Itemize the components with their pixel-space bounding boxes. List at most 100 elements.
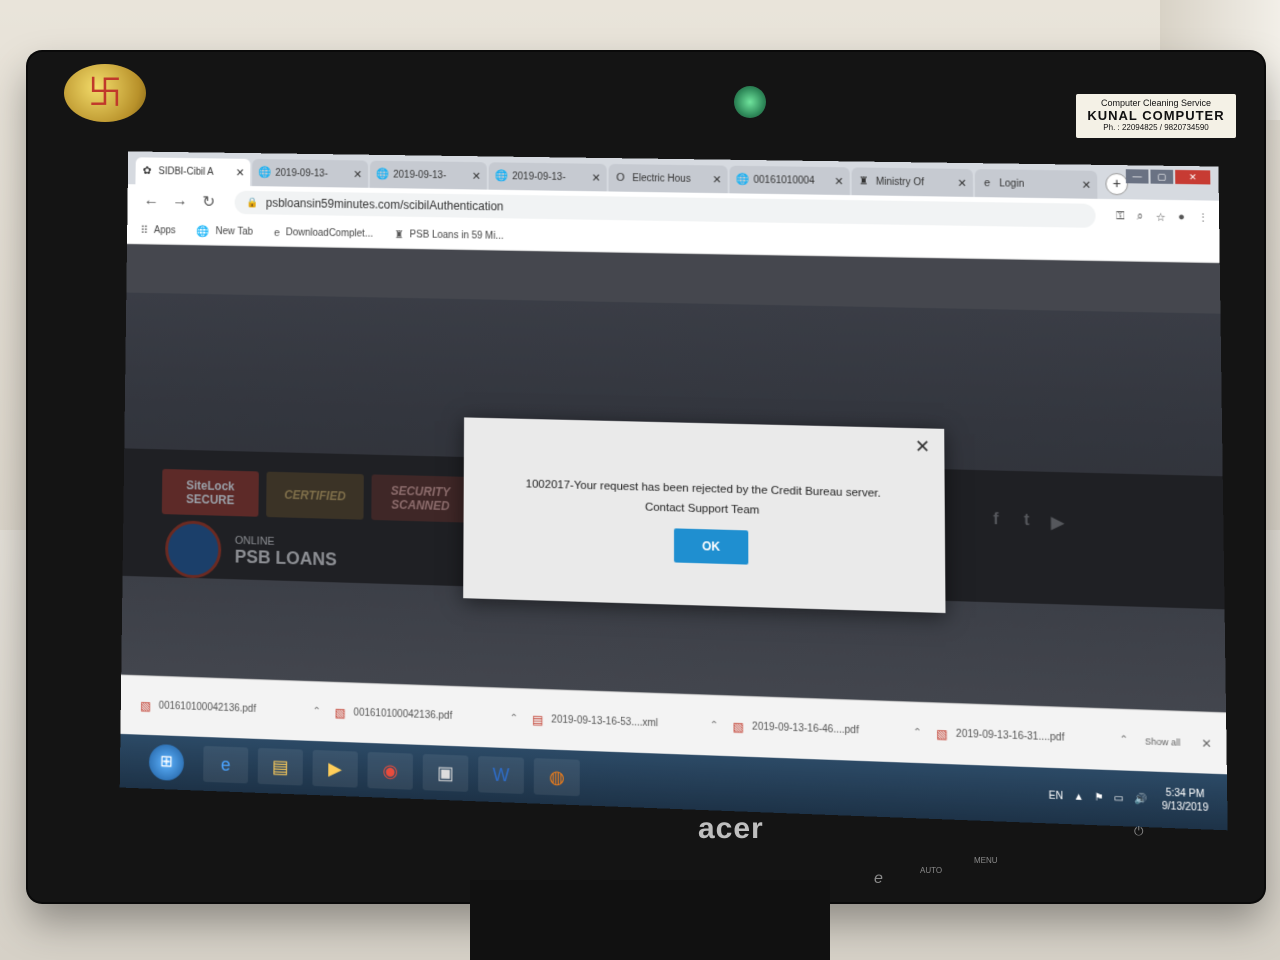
language-indicator[interactable]: EN (1049, 790, 1064, 802)
back-button[interactable]: ← (141, 192, 162, 210)
sitelock-badge-subtitle: SECURE (186, 492, 234, 507)
window-close-button[interactable]: ✕ (1175, 170, 1210, 185)
tab-close-icon[interactable]: ✕ (712, 173, 721, 186)
power-button-icon[interactable]: ⏻ (1134, 824, 1144, 839)
hologram-sticker-icon (734, 86, 766, 118)
psb-brand[interactable]: ONLINE PSB LOANS (165, 520, 337, 582)
ok-button[interactable]: OK (674, 528, 748, 564)
ie-icon: e (981, 177, 993, 189)
twitter-icon[interactable]: t (1016, 512, 1037, 533)
globe-icon: 🌐 (197, 225, 210, 238)
tab-label: 2019-09-13- (275, 168, 349, 180)
browser-tab[interactable]: ♜ Ministry Of ✕ (852, 167, 973, 197)
browser-tab[interactable]: e Login ✕ (975, 169, 1098, 199)
ie-icon: e (274, 227, 280, 239)
firefox-icon[interactable]: ◍ (534, 758, 580, 796)
zoom-icon[interactable]: ⌕ (1137, 210, 1144, 223)
download-item[interactable]: ▤ 2019-09-13-16-53....xml ⌃ (532, 712, 733, 733)
download-chevron-icon[interactable]: ⌃ (313, 706, 321, 717)
outlook-icon: O (615, 172, 627, 184)
chrome-icon[interactable]: ◉ (367, 752, 413, 790)
download-filename: 001610100042136.pdf (159, 701, 256, 715)
shop-sticker: Computer Cleaning Service KUNAL COMPUTER… (1076, 94, 1236, 138)
menu-kebab-icon[interactable]: ⋮ (1197, 211, 1209, 224)
start-button[interactable]: ⊞ (149, 744, 184, 781)
download-item[interactable]: ▧ 001610100042136.pdf ⌃ (335, 705, 533, 726)
show-all-downloads-link[interactable]: Show all (1145, 736, 1181, 748)
bookmark-item[interactable]: ♜ PSB Loans in 59 Mi... (394, 228, 503, 243)
tab-label: Login (999, 178, 1077, 190)
facebook-icon[interactable]: f (986, 511, 1007, 532)
psb-logo-icon (165, 520, 222, 579)
monitor-stand (470, 880, 830, 960)
download-chevron-icon[interactable]: ⌃ (510, 713, 518, 724)
download-chevron-icon[interactable]: ⌃ (913, 727, 922, 739)
minimize-button[interactable]: — (1126, 169, 1149, 183)
auto-button-label: AUTO (920, 866, 942, 875)
bookmark-star-icon[interactable]: ☆ (1156, 210, 1166, 223)
sitelock-badge[interactable]: SiteLock SECURE (162, 469, 259, 517)
download-item[interactable]: ▧ 2019-09-13-16-31....pdf ⌃ (936, 726, 1143, 748)
browser-tab[interactable]: O Electric Hous ✕ (609, 164, 728, 193)
error-dialog: ✕ 1002017-Your request has been rejected… (463, 417, 945, 613)
tab-close-icon[interactable]: ✕ (957, 176, 966, 189)
downloads-close-icon[interactable]: ✕ (1201, 736, 1212, 751)
window-preview-icon[interactable]: ▣ (423, 754, 469, 792)
file-explorer-icon[interactable]: ▤ (258, 748, 303, 786)
psb-icon: ♜ (394, 228, 404, 241)
tab-close-icon[interactable]: ✕ (353, 168, 362, 181)
reload-button[interactable]: ↻ (198, 192, 219, 212)
browser-tab[interactable]: ✿ SIDBI-Cibil A ✕ (135, 157, 250, 186)
bookmark-label: Apps (154, 225, 176, 236)
browser-tab[interactable]: 🌐 2019-09-13- ✕ (252, 159, 368, 188)
flag-icon[interactable]: ⚑ (1094, 792, 1103, 804)
download-item[interactable]: ▧ 2019-09-13-16-46....pdf ⌃ (733, 719, 937, 740)
globe-icon: 🌐 (736, 174, 748, 186)
tab-close-icon[interactable]: ✕ (592, 171, 601, 184)
download-filename: 2019-09-13-16-31....pdf (956, 729, 1064, 744)
clock-date: 9/13/2019 (1162, 800, 1209, 815)
download-item[interactable]: ▧ 001610100042136.pdf ⌃ (140, 698, 335, 719)
pdf-file-icon: ▧ (936, 726, 948, 741)
download-chevron-icon[interactable]: ⌃ (710, 720, 718, 731)
certified-badge[interactable]: CERTIFIED (266, 472, 364, 520)
profile-icon[interactable]: ● (1178, 211, 1185, 224)
monitor-brand: acer (698, 812, 764, 846)
clock[interactable]: 5:34 PM 9/13/2019 (1162, 786, 1209, 815)
browser-tab[interactable]: 🌐 2019-09-13- ✕ (489, 162, 607, 191)
security-badge[interactable]: SECURITY SCANNED (371, 474, 469, 522)
key-icon[interactable]: ⚿ (1116, 210, 1125, 223)
network-icon[interactable]: ▭ (1114, 792, 1124, 804)
omnibox-actions: ⚿ ⌕ ☆ ● ⋮ (1104, 209, 1209, 224)
youtube-icon[interactable]: ▶ (1047, 512, 1068, 533)
bookmark-item[interactable]: e DownloadComplet... (274, 227, 373, 240)
menu-button-label: MENU (974, 856, 998, 865)
tab-close-icon[interactable]: ✕ (472, 169, 481, 182)
maximize-button[interactable]: ▢ (1150, 170, 1173, 184)
sticker-shop-name: KUNAL COMPUTER (1076, 108, 1236, 123)
volume-icon[interactable]: 🔊 (1134, 793, 1147, 805)
browser-tab[interactable]: 🌐 2019-09-13- ✕ (370, 161, 487, 190)
media-player-icon[interactable]: ▶ (312, 750, 357, 788)
forward-button[interactable]: → (169, 193, 190, 211)
browser-tab[interactable]: 🌐 00161010004 ✕ (730, 166, 850, 195)
internet-explorer-icon[interactable]: e (203, 746, 248, 784)
social-links: f t ▶ (986, 511, 1079, 534)
tray-arrow-icon[interactable]: ▲ (1073, 791, 1083, 803)
tab-close-icon[interactable]: ✕ (1082, 178, 1092, 191)
e-logo-icon: e (874, 870, 883, 888)
dialog-close-icon[interactable]: ✕ (915, 436, 930, 458)
url-text: psbloansin59minutes.com/scibilAuthentica… (266, 196, 504, 213)
download-chevron-icon[interactable]: ⌃ (1119, 734, 1128, 746)
word-icon[interactable]: W (478, 756, 524, 794)
lock-icon: 🔒 (246, 197, 258, 208)
tab-label: Ministry Of (876, 176, 954, 188)
bookmark-item[interactable]: ⠿ Apps (140, 224, 175, 237)
swastika-sticker-icon: 卐 (64, 64, 146, 122)
bookmark-item[interactable]: 🌐 New Tab (197, 225, 253, 239)
globe-icon: 🌐 (495, 170, 507, 182)
tab-close-icon[interactable]: ✕ (236, 166, 245, 179)
globe-icon: 🌐 (376, 168, 388, 180)
tab-close-icon[interactable]: ✕ (834, 175, 843, 188)
pdf-file-icon: ▧ (140, 698, 151, 712)
